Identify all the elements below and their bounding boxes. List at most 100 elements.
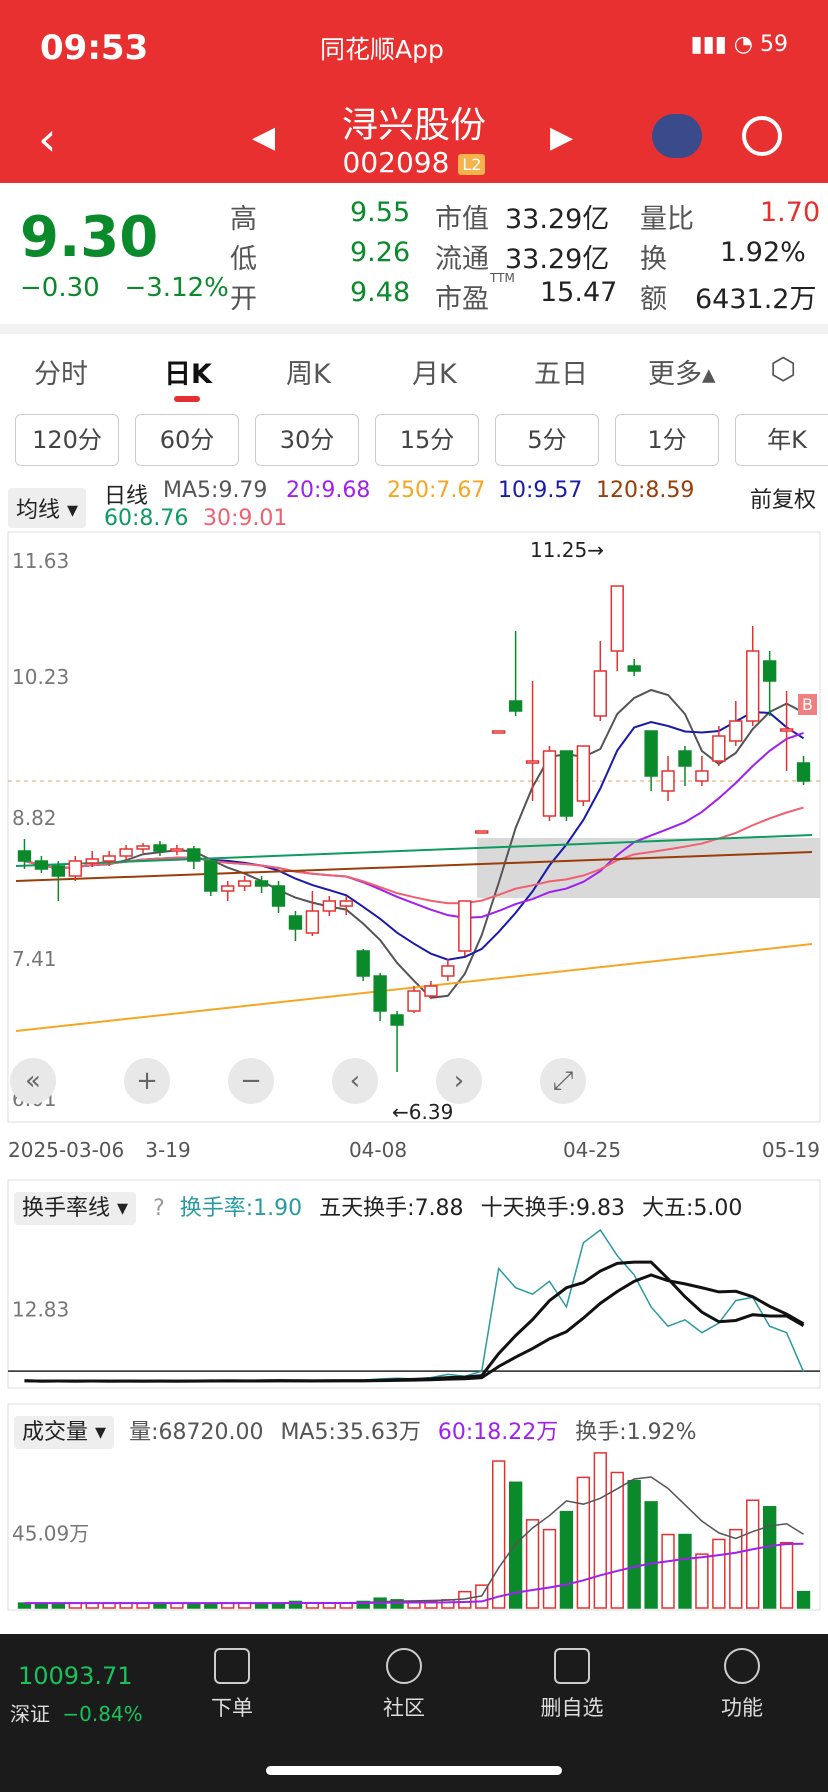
volume-bar: [796, 1590, 811, 1609]
index-pct: −0.84%: [62, 1702, 143, 1726]
scroll-left-icon[interactable]: ‹: [332, 1058, 378, 1104]
candle-body: [288, 915, 303, 930]
turnover-line: [24, 1228, 805, 1383]
candle-body: [136, 845, 150, 850]
volume-bar: [729, 1528, 743, 1609]
price-tick-label: 7.41: [12, 947, 57, 971]
nav-order[interactable]: 下单: [172, 1648, 292, 1722]
nav-community[interactable]: 社区: [344, 1648, 464, 1722]
candle-body: [17, 850, 32, 862]
candle-body: [339, 900, 353, 907]
zoom-out-icon[interactable]: −: [228, 1058, 274, 1104]
candle-body: [576, 745, 591, 802]
volume-bar: [762, 1506, 777, 1609]
volume-dropdown-label: 成交量: [22, 1420, 89, 1445]
price-tick-label: 11.63: [12, 549, 69, 573]
volume-tick-label: 45.09万: [12, 1521, 89, 1545]
candle-body: [610, 585, 624, 652]
candle-body: [779, 728, 794, 732]
candle-body: [305, 910, 320, 934]
fullscreen-icon[interactable]: ⤢: [540, 1058, 586, 1104]
candle-body: [51, 865, 66, 877]
candle-body: [796, 762, 811, 782]
volume-bar: [559, 1510, 574, 1609]
volume-bar: [627, 1479, 641, 1609]
date-tick-label: 04-08: [349, 1138, 407, 1162]
volume-bar: [779, 1541, 794, 1609]
price-tick-label: 8.82: [12, 806, 57, 830]
volume-bar: [492, 1460, 506, 1609]
candle-body: [390, 1014, 404, 1026]
candle-body: [153, 844, 167, 852]
candle-body: [119, 848, 133, 857]
nav-community-label: 社区: [383, 1696, 425, 1720]
candle-body: [170, 848, 184, 852]
help-icon[interactable]: ?: [153, 1196, 165, 1221]
candle-body: [68, 860, 82, 877]
scroll-right-icon[interactable]: ›: [436, 1058, 482, 1104]
turnover-legend: 换手率线 ▾ ? 换手率:1.90 五天换手:7.88 十天换手:9.83 大五…: [14, 1190, 742, 1225]
candle-body: [254, 880, 269, 887]
date-tick-label: 3-19: [145, 1138, 190, 1162]
nav-order-label: 下单: [211, 1696, 253, 1720]
turnover-tick-label: 12.83: [12, 1298, 69, 1322]
candle-body: [458, 900, 472, 952]
candle-body: [322, 900, 336, 912]
candle-body: [559, 750, 574, 817]
volume-bar: [678, 1533, 692, 1609]
price-tick-label: 10.23: [12, 665, 69, 689]
kline-chart[interactable]: 11.6310.238.827.416.01 2025-03-063-1904-…: [0, 0, 828, 1634]
candle-body: [237, 880, 252, 887]
candle-body: [542, 750, 557, 817]
nav-remove-watch-label: 删自选: [540, 1696, 604, 1720]
nav-remove-watch[interactable]: 删自选: [512, 1648, 632, 1722]
candle-body: [525, 760, 540, 764]
bottom-bar: 10093.71 深证 −0.84% 下单 社区 删自选 功能: [0, 1634, 828, 1792]
candle-body: [424, 985, 438, 997]
nav-functions-label: 功能: [721, 1696, 763, 1720]
volume-bar: [441, 1599, 455, 1609]
order-icon: [214, 1648, 250, 1684]
candle-body: [492, 730, 506, 734]
candle-body: [678, 750, 692, 767]
volume-turn: 换手:1.92%: [575, 1420, 697, 1445]
scroll-left-fast-icon[interactable]: «: [10, 1058, 56, 1104]
home-indicator: [266, 1766, 562, 1775]
candle-body: [356, 950, 370, 977]
candle-body: [221, 885, 235, 892]
candle-body: [271, 885, 286, 907]
functions-icon: [724, 1648, 760, 1684]
turnover-dropdown[interactable]: 换手率线 ▾: [14, 1192, 137, 1225]
nav-functions[interactable]: 功能: [682, 1648, 802, 1722]
date-tick-label: 04-25: [563, 1138, 621, 1162]
candle-body: [746, 650, 760, 722]
candle-body: [85, 858, 99, 864]
high-label: 11.25→: [530, 538, 605, 562]
turnover-10d-line: [24, 1273, 805, 1383]
volume-bar: [712, 1538, 726, 1609]
candle-body: [712, 735, 726, 762]
candle-body: [762, 660, 777, 682]
date-axis: 2025-03-06 3-19 04-08 04-25 05-19: [8, 1138, 820, 1162]
index-row: 深证 −0.84%: [10, 1698, 143, 1727]
zoom-in-icon[interactable]: +: [124, 1058, 170, 1104]
candle-body: [508, 700, 523, 712]
candle-body: [34, 860, 49, 870]
candle-body: [102, 855, 116, 862]
volume-bar: [576, 1476, 591, 1609]
kline-frame: [7, 531, 821, 1123]
volume-bar: [661, 1533, 675, 1609]
candle-body: [407, 990, 421, 1012]
candle-body: [441, 965, 455, 977]
volume-ma5: MA5:35.63万: [280, 1420, 421, 1445]
ma10-line: [24, 710, 805, 961]
candle-body: [475, 830, 489, 834]
volume-legend: 成交量 ▾ 量:68720.00 MA5:35.63万 60:18.22万 换手…: [14, 1414, 697, 1449]
candle-body: [187, 848, 201, 862]
volume-bar: [525, 1519, 540, 1609]
remove-watch-icon: [554, 1648, 590, 1684]
index-value[interactable]: 10093.71: [18, 1662, 133, 1690]
volume-dropdown[interactable]: 成交量 ▾: [14, 1416, 115, 1449]
candle-body: [204, 860, 218, 892]
candle-body: [661, 770, 675, 792]
